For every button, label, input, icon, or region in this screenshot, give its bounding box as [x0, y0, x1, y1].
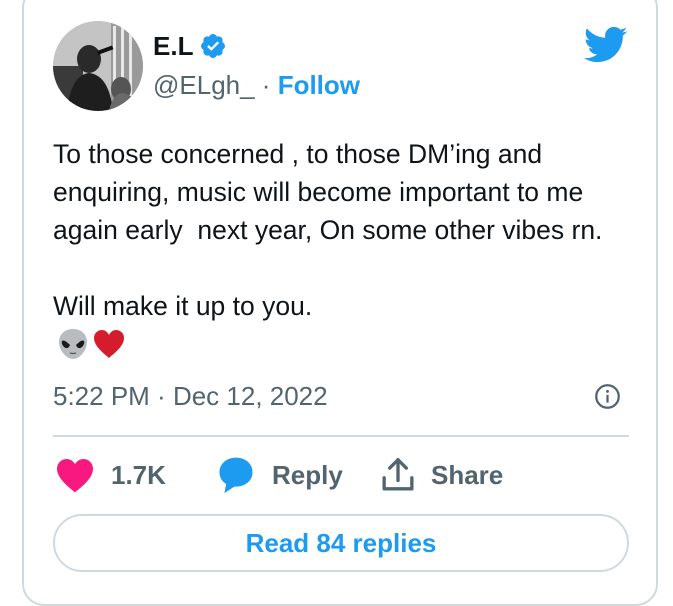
author-handle[interactable]: @ELgh_ — [153, 70, 255, 100]
follow-button[interactable]: Follow — [278, 70, 360, 100]
avatar-photo — [53, 21, 143, 111]
display-name[interactable]: E.L — [153, 30, 193, 62]
share-label: Share — [431, 459, 504, 490]
handle-separator: · — [254, 70, 278, 100]
handle-row: @ELgh_ · Follow — [153, 69, 360, 101]
alien-emoji — [59, 329, 87, 359]
tweet-text: To those concerned , to those DM’ing and… — [53, 135, 643, 325]
date-separator: · — [149, 381, 173, 411]
heart-icon — [57, 458, 93, 493]
tweet-line: enquiring, music will become important t… — [53, 177, 584, 207]
tweet-time[interactable]: 5:22 PM — [53, 381, 150, 411]
share-upload-icon — [382, 458, 414, 491]
info-icon[interactable] — [594, 383, 621, 410]
timestamp[interactable]: 5:22 PM · Dec 12, 2022 — [53, 379, 328, 413]
speech-bubble-icon — [219, 457, 253, 494]
author-name-row[interactable]: E.L — [153, 30, 227, 62]
avatar[interactable] — [53, 21, 143, 111]
red-heart-emoji — [94, 330, 124, 358]
read-replies-button[interactable]: Read 84 replies — [53, 514, 629, 572]
tweet-line: To those concerned , to those DM’ing and — [53, 139, 543, 169]
twitter-bird-icon[interactable] — [583, 26, 628, 64]
like-count: 1.7K — [111, 459, 166, 490]
action-bar: 1.7K Reply Share — [53, 455, 633, 495]
verified-badge-icon — [199, 32, 227, 60]
emoji-row — [56, 327, 126, 361]
share-button[interactable]: Share — [381, 455, 503, 495]
reply-button[interactable]: Reply — [216, 455, 343, 495]
divider — [53, 435, 629, 437]
reply-label: Reply — [272, 459, 343, 490]
like-button[interactable]: 1.7K — [55, 455, 166, 495]
tweet-date[interactable]: Dec 12, 2022 — [173, 381, 328, 411]
tweet-line: Will make it up to you. — [53, 291, 313, 321]
tweet-line: again early next year, On some other vib… — [53, 215, 603, 245]
tweet-line — [53, 249, 643, 287]
